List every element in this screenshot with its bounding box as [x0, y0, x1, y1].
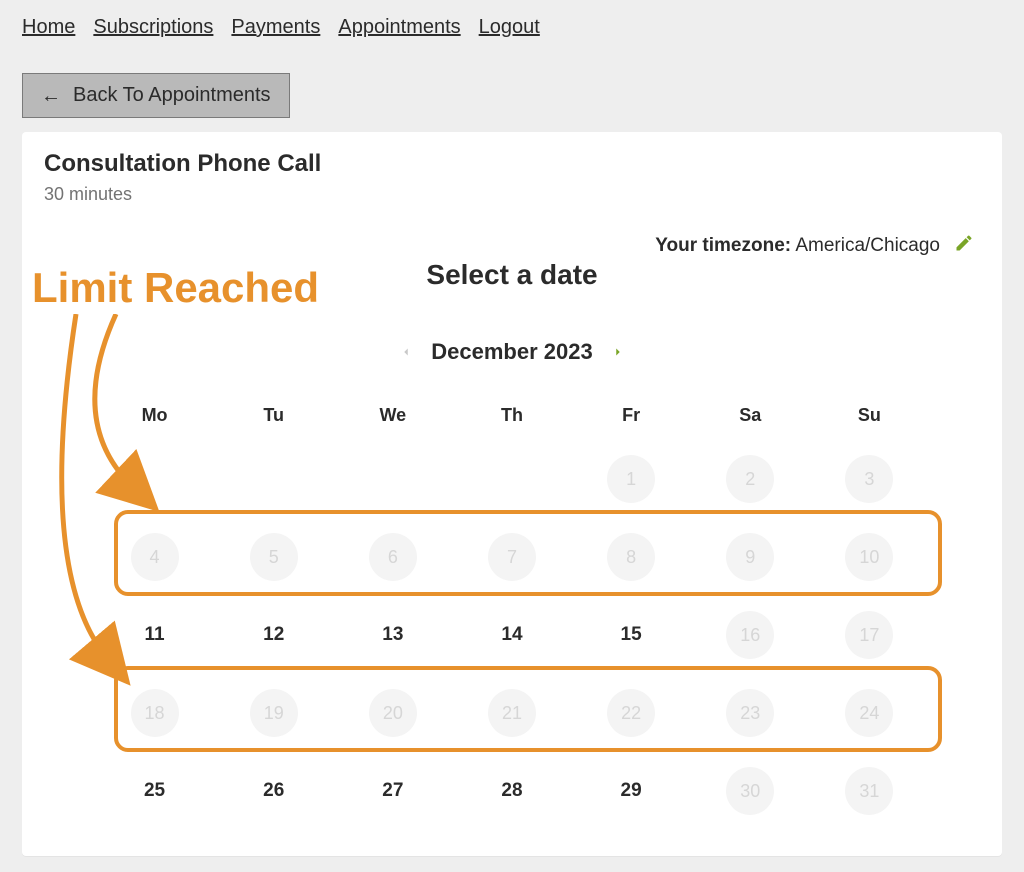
calendar-day-number: 1: [607, 455, 655, 503]
calendar: Select a date December 2023 Mo Tu We Th Fr Sa…: [22, 259, 1002, 816]
calendar-day-number: 7: [488, 533, 536, 581]
calendar-day-number: 21: [488, 689, 536, 737]
calendar-day: 1: [579, 454, 684, 504]
calendar-day: 31: [817, 766, 922, 816]
calendar-day-number: 9: [726, 533, 774, 581]
calendar-day-number: 31: [845, 767, 893, 815]
calendar-day: 19: [221, 688, 326, 738]
arrow-left-icon: ←: [41, 86, 61, 106]
calendar-day-number: 29: [607, 767, 655, 815]
day-of-week-header: Tu: [221, 405, 326, 426]
calendar-day-number: 15: [607, 611, 655, 659]
calendar-day: 24: [817, 688, 922, 738]
calendar-day: 8: [579, 532, 684, 582]
calendar-day-number: 5: [250, 533, 298, 581]
day-of-week-header: Sa: [698, 405, 803, 426]
day-of-week-header: Su: [817, 405, 922, 426]
calendar-day-number: 2: [726, 455, 774, 503]
calendar-day-number: 19: [250, 689, 298, 737]
calendar-day-number: 28: [488, 767, 536, 815]
calendar-day-number: 23: [726, 689, 774, 737]
calendar-day-number: 24: [845, 689, 893, 737]
pencil-icon: [954, 233, 974, 253]
back-to-appointments-button[interactable]: ← Back To Appointments: [22, 73, 290, 118]
calendar-day-number: 11: [131, 611, 179, 659]
calendar-day: 21: [459, 688, 564, 738]
day-of-week-header: We: [340, 405, 445, 426]
calendar-day[interactable]: 11: [102, 610, 207, 660]
calendar-day[interactable]: 29: [579, 766, 684, 816]
calendar-day: 5: [221, 532, 326, 582]
calendar-day-number: 22: [607, 689, 655, 737]
booking-card: Consultation Phone Call 30 minutes Your …: [22, 132, 1002, 856]
calendar-day[interactable]: 12: [221, 610, 326, 660]
calendar-day-number: 30: [726, 767, 774, 815]
calendar-day: 20: [340, 688, 445, 738]
calendar-day[interactable]: 13: [340, 610, 445, 660]
calendar-day: [459, 454, 564, 504]
nav-appointments[interactable]: Appointments: [338, 16, 460, 39]
prev-month-button[interactable]: [399, 339, 413, 365]
day-of-week-header: Th: [459, 405, 564, 426]
calendar-day: [340, 454, 445, 504]
edit-timezone-button[interactable]: [954, 233, 974, 259]
nav-payments[interactable]: Payments: [231, 16, 320, 39]
chevron-left-icon: [399, 345, 413, 359]
service-duration: 30 minutes: [44, 184, 980, 205]
calendar-day-number: 26: [250, 767, 298, 815]
calendar-day-number: 18: [131, 689, 179, 737]
calendar-day: 2: [698, 454, 803, 504]
calendar-day: 10: [817, 532, 922, 582]
calendar-day: 18: [102, 688, 207, 738]
service-title: Consultation Phone Call: [44, 150, 980, 178]
nav-logout[interactable]: Logout: [479, 16, 540, 39]
calendar-day-number: 14: [488, 611, 536, 659]
top-nav: Home Subscriptions Payments Appointments…: [0, 0, 1024, 49]
calendar-day[interactable]: 27: [340, 766, 445, 816]
calendar-day: 30: [698, 766, 803, 816]
calendar-day-number: 13: [369, 611, 417, 659]
day-of-week-header: Fr: [579, 405, 684, 426]
timezone-label: Your timezone: America/Chicago: [655, 235, 940, 257]
calendar-day-number: 20: [369, 689, 417, 737]
calendar-day: 7: [459, 532, 564, 582]
calendar-day[interactable]: 14: [459, 610, 564, 660]
calendar-day: 9: [698, 532, 803, 582]
calendar-day-number: 12: [250, 611, 298, 659]
calendar-day-number: 17: [845, 611, 893, 659]
select-date-heading: Select a date: [102, 259, 922, 291]
next-month-button[interactable]: [611, 339, 625, 365]
calendar-day: [221, 454, 326, 504]
calendar-day-number: 16: [726, 611, 774, 659]
month-label: December 2023: [431, 339, 592, 365]
calendar-day[interactable]: 15: [579, 610, 684, 660]
nav-home[interactable]: Home: [22, 16, 75, 39]
calendar-day: 3: [817, 454, 922, 504]
chevron-right-icon: [611, 345, 625, 359]
calendar-day-number: 27: [369, 767, 417, 815]
calendar-day: 22: [579, 688, 684, 738]
back-button-label: Back To Appointments: [73, 84, 271, 107]
calendar-day-number: 4: [131, 533, 179, 581]
calendar-day: 6: [340, 532, 445, 582]
calendar-day: 4: [102, 532, 207, 582]
calendar-day[interactable]: 25: [102, 766, 207, 816]
timezone-row: Your timezone: America/Chicago: [22, 233, 1002, 259]
calendar-day-number: 10: [845, 533, 893, 581]
calendar-day-number: 3: [845, 455, 893, 503]
nav-subscriptions[interactable]: Subscriptions: [93, 16, 213, 39]
calendar-day-number: 6: [369, 533, 417, 581]
calendar-day[interactable]: 28: [459, 766, 564, 816]
day-of-week-header: Mo: [102, 405, 207, 426]
calendar-day-number: 25: [131, 767, 179, 815]
calendar-day[interactable]: 26: [221, 766, 326, 816]
calendar-day: 16: [698, 610, 803, 660]
month-switcher: December 2023: [102, 339, 922, 365]
calendar-day-number: 8: [607, 533, 655, 581]
calendar-day: [102, 454, 207, 504]
calendar-day: 17: [817, 610, 922, 660]
calendar-day: 23: [698, 688, 803, 738]
